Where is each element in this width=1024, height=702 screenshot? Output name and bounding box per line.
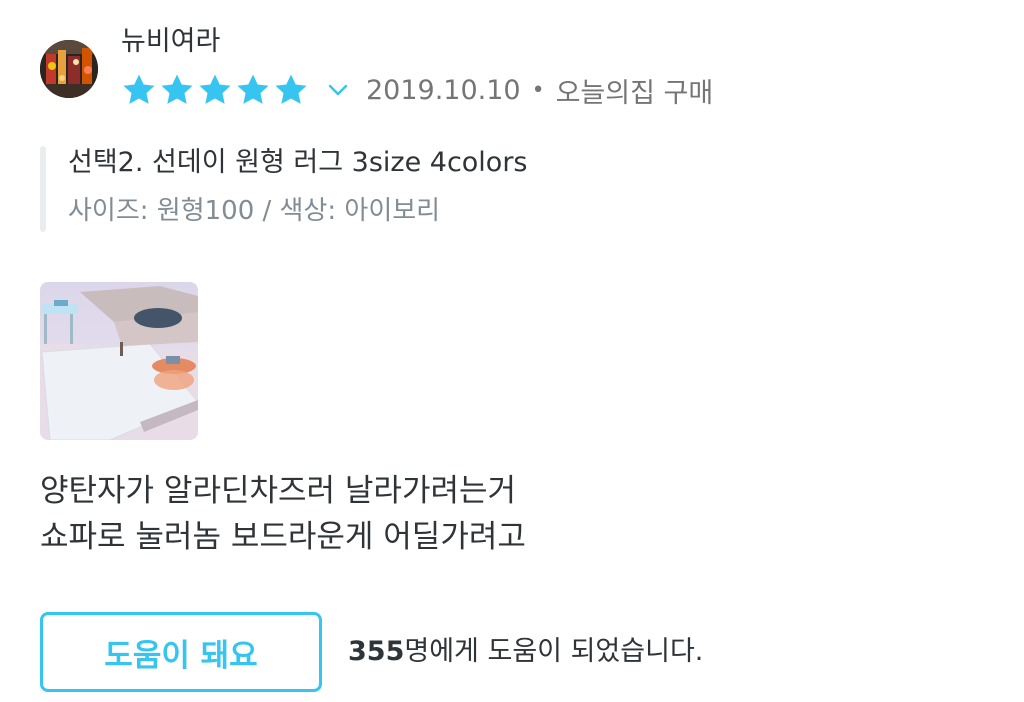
star-icon bbox=[199, 74, 231, 104]
review-card: 뉴비여라 2019.10.10 • 오늘의집 구매 선택2. 선데이 원형 러그… bbox=[0, 0, 1024, 702]
purchased-option: 선택2. 선데이 원형 러그 3size 4colors 사이즈: 원형100 … bbox=[40, 146, 740, 232]
meta-separator: • bbox=[531, 77, 545, 103]
helpful-suffix: 명에게 도움이 되었습니다. bbox=[404, 636, 704, 667]
purchase-source: 오늘의집 구매 bbox=[555, 77, 714, 109]
star-icon bbox=[237, 74, 269, 104]
chevron-down-icon[interactable] bbox=[320, 71, 356, 109]
option-divider bbox=[40, 146, 46, 232]
review-meta: 2019.10.10 • 오늘의집 구매 bbox=[120, 70, 713, 110]
star-rating bbox=[120, 71, 310, 109]
star-icon bbox=[123, 74, 155, 104]
review-content-line: 쇼파로 눌러놈 보드라운게 어딜가려고 bbox=[40, 519, 526, 555]
star-icon bbox=[275, 74, 307, 104]
review-date: 2019.10.10 bbox=[366, 74, 521, 106]
option-product-name: 선택2. 선데이 원형 러그 3size 4colors bbox=[68, 147, 528, 178]
star-icon bbox=[161, 74, 193, 104]
option-detail: 사이즈: 원형100 / 색상: 아이보리 bbox=[68, 196, 441, 226]
author-name[interactable]: 뉴비여라 bbox=[121, 24, 220, 60]
avatar[interactable] bbox=[40, 40, 98, 98]
helpful-button[interactable]: 도움이 돼요 bbox=[40, 612, 322, 692]
review-content-line: 양탄자가 알라딘차즈러 날라가려는거 bbox=[40, 473, 517, 509]
review-photo[interactable] bbox=[40, 282, 198, 440]
helpful-count-text: 355명에게 도움이 되었습니다. bbox=[348, 632, 703, 672]
review-content: 양탄자가 알라딘차즈러 날라가려는거 쇼파로 눌러놈 보드라운게 어딜가려고 bbox=[40, 468, 526, 560]
helpful-count: 355 bbox=[348, 636, 405, 667]
